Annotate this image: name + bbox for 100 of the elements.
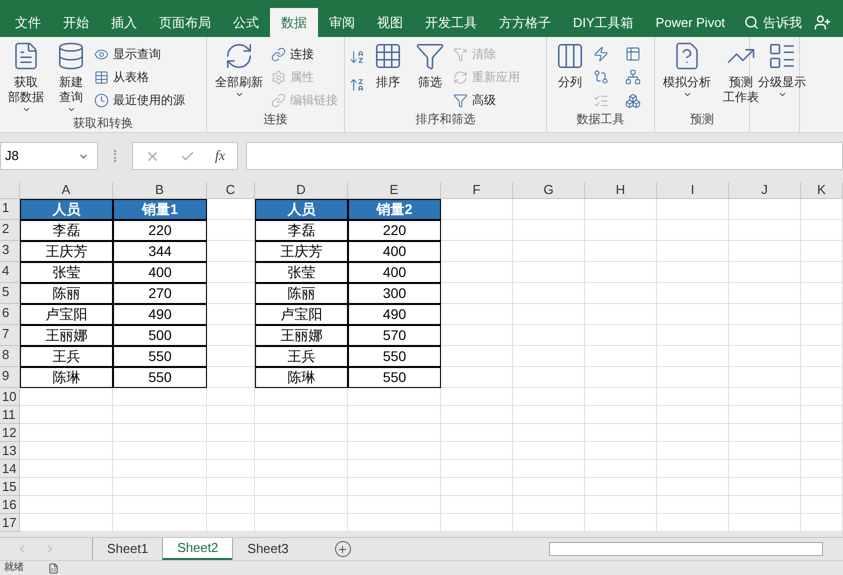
filter-icon: [453, 92, 468, 108]
table-cell: 400: [113, 262, 207, 283]
row-header[interactable]: 15: [0, 478, 20, 496]
ribbon-tab[interactable]: 视图: [366, 8, 414, 37]
ribbon-icon-button[interactable]: [625, 68, 641, 86]
row-header[interactable]: 1: [0, 199, 20, 220]
ribbon-icon-button[interactable]: [593, 68, 609, 86]
share-icon[interactable]: [814, 14, 832, 31]
tell-me-button[interactable]: 告诉我: [736, 8, 810, 37]
column-header[interactable]: A: [20, 182, 113, 199]
row-header[interactable]: 10: [0, 388, 20, 406]
column-header[interactable]: E: [348, 182, 441, 199]
table-cell: 300: [348, 283, 441, 304]
column-header[interactable]: J: [729, 182, 801, 199]
table-cell: 王庆芳: [20, 241, 113, 262]
ribbon-button[interactable]: 模拟分析: [659, 41, 715, 110]
ribbon-button[interactable]: 高级: [453, 91, 520, 109]
ribbon-icon-button[interactable]: [625, 92, 641, 110]
row-header[interactable]: 17: [0, 514, 20, 532]
ribbon-tab[interactable]: 开发工具: [414, 8, 488, 37]
row-header[interactable]: 11: [0, 406, 20, 424]
clock-icon: [94, 92, 109, 108]
group-label: 连接: [262, 111, 288, 128]
filter-icon: [415, 41, 445, 71]
row-header[interactable]: 4: [0, 262, 20, 283]
row-header[interactable]: 3: [0, 241, 20, 262]
row-header[interactable]: 7: [0, 325, 20, 346]
ribbon-tab[interactable]: 文件: [4, 8, 52, 37]
ribbon-tab[interactable]: Power Pivot: [644, 8, 736, 37]
ribbon-tab[interactable]: 公式: [222, 8, 270, 37]
ribbon-button[interactable]: 显示查询: [94, 45, 185, 63]
table-cell: 陈丽: [20, 283, 113, 304]
horizontal-scrollbar[interactable]: [549, 542, 823, 556]
compare-icon: [593, 69, 609, 86]
table-cell: 490: [348, 304, 441, 325]
search-icon: [744, 15, 760, 30]
ribbon-icon-button[interactable]: [349, 77, 365, 93]
column-header[interactable]: K: [801, 182, 843, 199]
row-header[interactable]: 13: [0, 442, 20, 460]
group-label: 排序和筛选: [414, 111, 476, 128]
ribbon-tab[interactable]: 页面布局: [148, 8, 222, 37]
table-cell: 陈琳: [255, 367, 348, 388]
table-cell: 张莹: [20, 262, 113, 283]
table-icon: [94, 70, 109, 84]
ribbon-tab[interactable]: 插入: [100, 8, 148, 37]
formula-input[interactable]: [246, 142, 843, 170]
ribbon-button[interactable]: 筛选: [411, 41, 449, 110]
ribbon-icon-button[interactable]: [593, 45, 609, 63]
row-header[interactable]: 16: [0, 496, 20, 514]
column-header[interactable]: H: [585, 182, 657, 199]
table-cell: 400: [348, 262, 441, 283]
link-icon: [271, 46, 286, 62]
ribbon-button[interactable]: 全部刷新: [211, 41, 267, 110]
table-cell: 550: [348, 346, 441, 367]
column-header[interactable]: C: [207, 182, 255, 199]
sort-za-icon: [349, 77, 365, 93]
ribbon-tab[interactable]: 方方格子: [488, 8, 562, 37]
ribbon-button[interactable]: 连接: [271, 45, 338, 63]
table-cell: 王丽娜: [20, 325, 113, 346]
header-cell: 人员: [255, 199, 348, 220]
ribbon-icon-button[interactable]: [625, 45, 641, 63]
column-header[interactable]: B: [113, 182, 207, 199]
add-sheet-button[interactable]: [334, 541, 351, 557]
sheet-tab[interactable]: Sheet2: [162, 538, 232, 560]
table-cell: 550: [113, 367, 207, 388]
ribbon-button[interactable]: 排序: [369, 41, 407, 110]
ribbon-tab[interactable]: DIY工具箱: [562, 8, 645, 37]
column-header[interactable]: F: [441, 182, 513, 199]
column-header[interactable]: D: [255, 182, 348, 199]
table-cell: 李磊: [20, 220, 113, 241]
lightning-icon: [593, 46, 609, 62]
row-header[interactable]: 5: [0, 283, 20, 304]
ribbon-button[interactable]: 最近使用的源: [94, 91, 185, 109]
function-button[interactable]: fx: [215, 146, 226, 166]
plus-icon: [337, 544, 348, 554]
table-cell: 550: [113, 346, 207, 367]
ribbon-button[interactable]: 新建 查询: [52, 41, 90, 114]
link-icon: [271, 92, 286, 108]
row-header[interactable]: 6: [0, 304, 20, 325]
row-header[interactable]: 2: [0, 220, 20, 241]
table-cell: 陈琳: [20, 367, 113, 388]
grid-icon: [373, 41, 403, 71]
column-header[interactable]: I: [657, 182, 729, 199]
ribbon-tab[interactable]: 数据: [270, 8, 318, 37]
ribbon-icon-button[interactable]: [349, 49, 365, 65]
ribbon-tab[interactable]: 审阅: [318, 8, 366, 37]
ribbon-tab[interactable]: 开始: [52, 8, 100, 37]
ribbon-button[interactable]: 获取 部数据: [4, 41, 48, 114]
cubes-icon: [625, 93, 641, 110]
table-cell: 490: [113, 304, 207, 325]
row-header[interactable]: 9: [0, 367, 20, 388]
row-header[interactable]: 12: [0, 424, 20, 442]
ribbon-button[interactable]: 分列: [551, 41, 589, 110]
column-header[interactable]: G: [513, 182, 585, 199]
name-box[interactable]: J8: [0, 142, 98, 170]
table-cell: 卢宝阳: [255, 304, 348, 325]
row-header[interactable]: 14: [0, 460, 20, 478]
ribbon-button[interactable]: 从表格: [94, 68, 185, 86]
row-header[interactable]: 8: [0, 346, 20, 367]
header-cell: 销量1: [113, 199, 207, 220]
